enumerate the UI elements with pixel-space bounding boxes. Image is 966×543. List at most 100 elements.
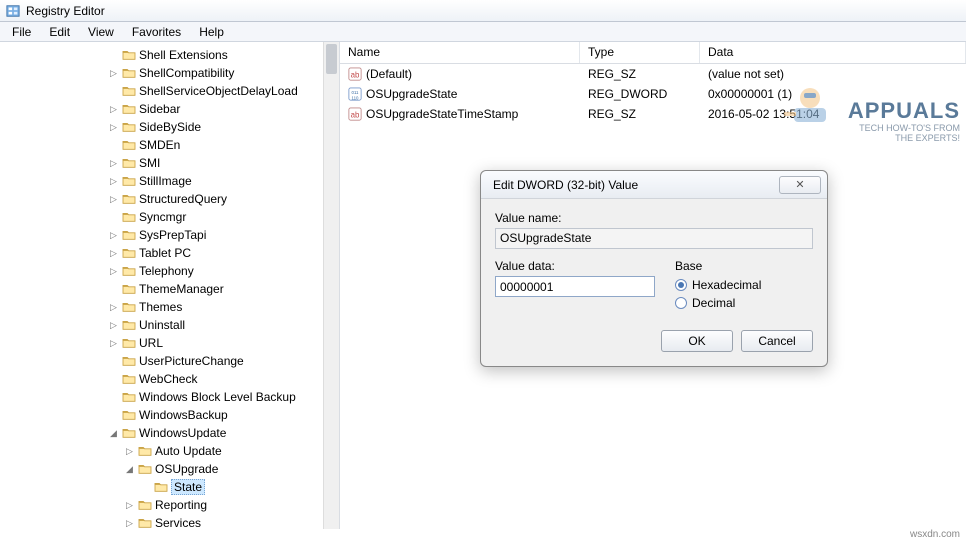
value-data-input[interactable] bbox=[495, 276, 655, 297]
radio-icon bbox=[675, 279, 687, 291]
tree-item[interactable]: ▷ Themes bbox=[0, 298, 339, 316]
watermark-brand: APPUALS TECH HOW-TO'S FROM THE EXPERTS! bbox=[848, 98, 960, 144]
tree-scrollbar[interactable] bbox=[323, 42, 339, 529]
tree-item-label: Telephony bbox=[139, 264, 194, 278]
tree-item[interactable]: WebCheck bbox=[0, 370, 339, 388]
tree-item[interactable]: ▷ Uninstall bbox=[0, 316, 339, 334]
tree-item-label: OSUpgrade bbox=[155, 462, 218, 476]
tree-item-label: Windows Block Level Backup bbox=[139, 390, 296, 404]
radio-decimal[interactable]: Decimal bbox=[675, 294, 813, 312]
svg-text:ab: ab bbox=[351, 71, 360, 80]
value-data: (value not set) bbox=[700, 67, 966, 81]
cancel-button[interactable]: Cancel bbox=[741, 330, 813, 352]
value-type-icon: 011110 bbox=[348, 87, 362, 101]
tree-item[interactable]: ▷ Telephony bbox=[0, 262, 339, 280]
tree-item[interactable]: ◢ OSUpgrade bbox=[0, 460, 339, 478]
tree-item-label: State bbox=[171, 479, 205, 495]
tree-item[interactable]: ShellServiceObjectDelayLoad bbox=[0, 82, 339, 100]
tree-item[interactable]: UserPictureChange bbox=[0, 352, 339, 370]
expand-arrow-icon[interactable]: ▷ bbox=[108, 266, 119, 277]
expand-arrow-icon[interactable]: ◢ bbox=[108, 428, 119, 439]
tree-item[interactable]: ▷ Reporting bbox=[0, 496, 339, 514]
expand-arrow-icon[interactable]: ▷ bbox=[108, 176, 119, 187]
expand-arrow-icon[interactable]: ▷ bbox=[124, 446, 135, 457]
svg-text:ab: ab bbox=[351, 111, 360, 120]
radio-hexadecimal[interactable]: Hexadecimal bbox=[675, 276, 813, 294]
list-row[interactable]: ab(Default)REG_SZ(value not set) bbox=[340, 64, 966, 84]
tree-item-label: ShellServiceObjectDelayLoad bbox=[139, 84, 298, 98]
tree-item[interactable]: Syncmgr bbox=[0, 208, 339, 226]
tree-item[interactable]: SMDEn bbox=[0, 136, 339, 154]
expand-arrow-icon[interactable]: ◢ bbox=[124, 464, 135, 475]
expand-arrow-icon[interactable]: ▷ bbox=[108, 122, 119, 133]
menu-edit[interactable]: Edit bbox=[41, 23, 78, 41]
col-type-header[interactable]: Type bbox=[580, 42, 700, 63]
tree-item[interactable]: ▷SMI bbox=[0, 154, 339, 172]
tree-item[interactable]: ◢ WindowsUpdate bbox=[0, 424, 339, 442]
value-name: OSUpgradeStateTimeStamp bbox=[366, 107, 518, 121]
expand-arrow-icon[interactable]: ▷ bbox=[108, 338, 119, 349]
expand-arrow-icon[interactable]: ▷ bbox=[108, 248, 119, 259]
tree-item[interactable]: ▷StillImage bbox=[0, 172, 339, 190]
ok-button[interactable]: OK bbox=[661, 330, 733, 352]
menubar: File Edit View Favorites Help bbox=[0, 22, 966, 42]
tree-item[interactable]: ▷URL bbox=[0, 334, 339, 352]
tree-item[interactable]: ▷ Auto Update bbox=[0, 442, 339, 460]
tree-item[interactable]: ▷ShellCompatibility bbox=[0, 64, 339, 82]
tree-item[interactable]: Shell Extensions bbox=[0, 46, 339, 64]
tree-item-label: Syncmgr bbox=[139, 210, 186, 224]
tree-item[interactable]: ▷StructuredQuery bbox=[0, 190, 339, 208]
tree-item-label: Uninstall bbox=[139, 318, 185, 332]
svg-text:011: 011 bbox=[352, 90, 360, 95]
registry-tree[interactable]: Shell Extensions▷ShellCompatibility Shell… bbox=[0, 42, 340, 529]
dialog-close-button[interactable]: ✕ bbox=[779, 176, 821, 194]
dialog-title: Edit DWORD (32-bit) Value bbox=[493, 178, 638, 192]
menu-help[interactable]: Help bbox=[191, 23, 232, 41]
expand-arrow-icon[interactable]: ▷ bbox=[108, 158, 119, 169]
svg-text:110: 110 bbox=[352, 95, 360, 100]
tree-item-label: SideBySide bbox=[139, 120, 201, 134]
menu-file[interactable]: File bbox=[4, 23, 39, 41]
expand-arrow-icon[interactable]: ▷ bbox=[108, 230, 119, 241]
tree-item-label: WebCheck bbox=[139, 372, 197, 386]
tree-item[interactable]: Windows Block Level Backup bbox=[0, 388, 339, 406]
tree-item[interactable]: ThemeManager bbox=[0, 280, 339, 298]
tree-item[interactable]: ▷ Sidebar bbox=[0, 100, 339, 118]
close-icon: ✕ bbox=[795, 178, 804, 191]
menu-favorites[interactable]: Favorites bbox=[124, 23, 189, 41]
tree-item[interactable]: State bbox=[0, 478, 339, 496]
expand-arrow-icon[interactable]: ▷ bbox=[108, 68, 119, 79]
expand-arrow-icon[interactable]: ▷ bbox=[124, 500, 135, 511]
list-header: Name Type Data bbox=[340, 42, 966, 64]
value-name-label: Value name: bbox=[495, 211, 813, 225]
window-title: Registry Editor bbox=[26, 4, 105, 18]
expand-arrow-icon[interactable]: ▷ bbox=[108, 302, 119, 313]
value-type: REG_DWORD bbox=[580, 87, 700, 101]
dialog-titlebar[interactable]: Edit DWORD (32-bit) Value ✕ bbox=[481, 171, 827, 199]
tree-item-label: SMDEn bbox=[139, 138, 180, 152]
tree-item-label: Services bbox=[155, 516, 201, 529]
tree-item[interactable]: ▷ Services bbox=[0, 514, 339, 529]
footer-attribution: wsxdn.com bbox=[0, 529, 966, 543]
tree-item[interactable]: ▷ SysPrepTapi bbox=[0, 226, 339, 244]
menu-view[interactable]: View bbox=[80, 23, 122, 41]
expand-arrow-icon[interactable]: ▷ bbox=[108, 104, 119, 115]
scroll-thumb[interactable] bbox=[326, 44, 337, 74]
col-name-header[interactable]: Name bbox=[340, 42, 580, 63]
tree-item-label: Auto Update bbox=[155, 444, 222, 458]
tree-item-label: SysPrepTapi bbox=[139, 228, 206, 242]
value-name: (Default) bbox=[366, 67, 412, 81]
expand-arrow-icon[interactable]: ▷ bbox=[108, 320, 119, 331]
tree-item-label: Themes bbox=[139, 300, 182, 314]
tree-item-label: Sidebar bbox=[139, 102, 180, 116]
tree-item[interactable]: ▷Tablet PC bbox=[0, 244, 339, 262]
value-name: OSUpgradeState bbox=[366, 87, 457, 101]
value-name-field: OSUpgradeState bbox=[495, 228, 813, 249]
tree-item-label: WindowsUpdate bbox=[139, 426, 226, 440]
expand-arrow-icon[interactable]: ▷ bbox=[108, 194, 119, 205]
expand-arrow-icon[interactable]: ▷ bbox=[124, 518, 135, 529]
tree-item[interactable]: WindowsBackup bbox=[0, 406, 339, 424]
tree-item[interactable]: ▷ SideBySide bbox=[0, 118, 339, 136]
tree-item-label: Reporting bbox=[155, 498, 207, 512]
col-data-header[interactable]: Data bbox=[700, 42, 966, 63]
